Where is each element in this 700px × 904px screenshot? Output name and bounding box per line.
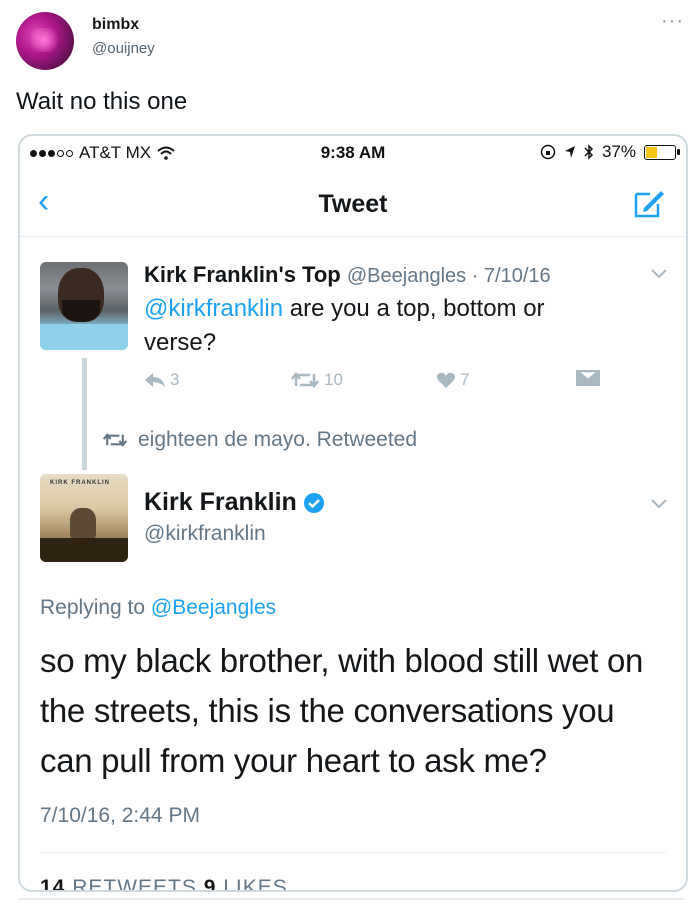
handle-date[interactable]: @Beejangles · 7/10/16	[347, 265, 551, 287]
location-icon	[564, 146, 575, 158]
orientation-lock-icon	[540, 144, 556, 160]
compose-icon[interactable]	[632, 186, 666, 220]
envelope-icon	[576, 370, 600, 386]
tweet-stats: 14 RETWEETS 9 LIKES	[40, 876, 288, 892]
reply-button[interactable]: 3	[144, 370, 179, 390]
tweet-text: @kirkfranklin are you a top, bottom or v…	[144, 292, 614, 360]
thread-connector	[82, 358, 87, 470]
likes-count[interactable]: 9	[204, 876, 217, 890]
bluetooth-icon	[584, 144, 594, 160]
avatar[interactable]: KIRK FRANKLIN	[40, 474, 128, 562]
likes-label: LIKES	[216, 876, 288, 892]
status-bar: AT&T MX 9:38 AM 37%	[20, 136, 686, 168]
retweeted-by[interactable]: eighteen de mayo. Retweeted	[102, 428, 417, 452]
avatar[interactable]	[16, 12, 74, 70]
battery-percent: 37%	[601, 142, 636, 161]
tweet-text: so my black brother, with blood still we…	[40, 642, 644, 779]
tweet-timestamp: 7/10/16, 2:44 PM	[40, 804, 200, 827]
replying-prefix: Replying to	[40, 596, 151, 619]
outer-tweet-header: bimbx @ouijney ···	[16, 10, 684, 70]
retweets-count[interactable]: 14	[40, 876, 65, 890]
author-handle[interactable]: @kirkfranklin	[144, 522, 266, 546]
avatar[interactable]	[40, 262, 128, 350]
heart-icon	[436, 372, 456, 388]
embedded-screenshot[interactable]: AT&T MX 9:38 AM 37% ‹ Tweet Kirk Frankli…	[18, 134, 688, 892]
retweet-button[interactable]: 10	[290, 370, 343, 390]
chevron-down-icon[interactable]	[650, 498, 668, 510]
tweet-text: Wait no this one	[16, 88, 188, 115]
like-button[interactable]: 7	[436, 370, 469, 390]
more-options-icon[interactable]: ···	[661, 11, 684, 31]
retweet-icon	[291, 371, 319, 389]
replying-to: Replying to @Beejangles	[40, 596, 276, 620]
verified-badge-icon	[303, 492, 324, 513]
album-cover-title: KIRK FRANKLIN	[50, 480, 110, 486]
retweets-label: RETWEETS	[65, 876, 204, 892]
divider	[18, 898, 684, 900]
author-name[interactable]: Kirk Franklin's Top	[144, 262, 341, 287]
author-handle[interactable]: @ouijney	[92, 40, 155, 57]
system-indicators: 37%	[540, 142, 680, 162]
retweeted-by-label: eighteen de mayo. Retweeted	[138, 428, 418, 451]
author-name-text: Kirk Franklin	[144, 488, 297, 516]
like-count: 7	[460, 370, 470, 389]
nav-bar: ‹ Tweet	[20, 168, 686, 237]
divider	[40, 852, 666, 853]
author-name[interactable]: Kirk Franklin	[144, 488, 325, 517]
retweet-count: 10	[324, 370, 343, 389]
chevron-down-icon[interactable]	[650, 268, 668, 280]
reply-count: 3	[170, 370, 180, 389]
battery-icon	[644, 144, 680, 160]
tweet-actions: 3 10 7	[144, 370, 614, 394]
author-name[interactable]: bimbx	[92, 16, 139, 34]
tweet-header: Kirk Franklin's Top @Beejangles · 7/10/1…	[144, 262, 551, 288]
dm-button[interactable]	[576, 370, 600, 386]
page-title: Tweet	[318, 190, 388, 218]
retweet-icon	[102, 433, 128, 447]
mention-link[interactable]: @Beejangles	[151, 596, 276, 619]
reply-icon	[145, 373, 165, 387]
mention-link[interactable]: @kirkfranklin	[144, 295, 283, 322]
